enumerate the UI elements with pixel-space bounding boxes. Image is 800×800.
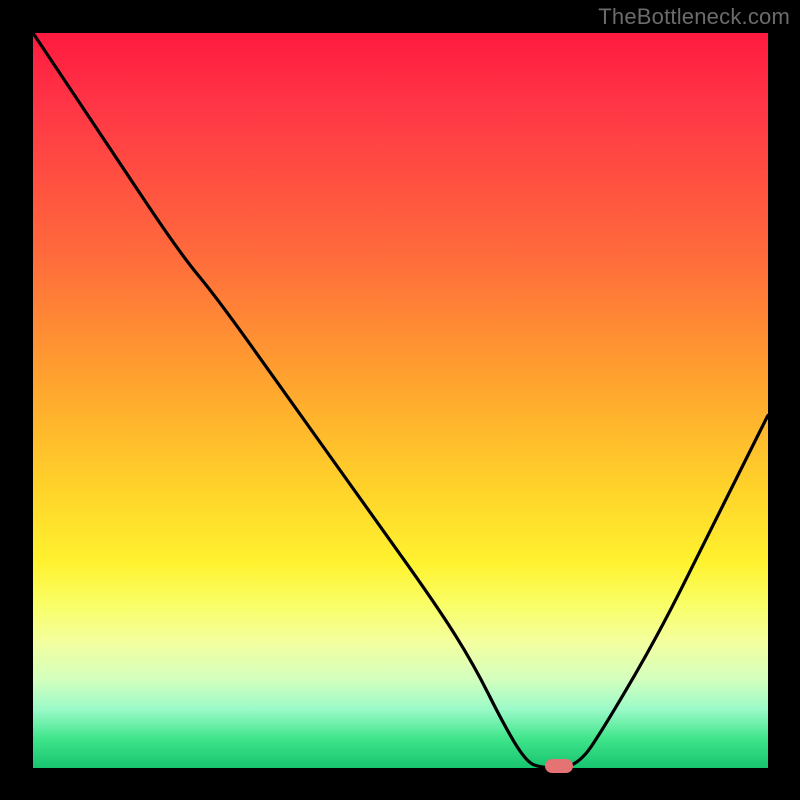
curve-svg (33, 33, 768, 768)
minimum-marker (545, 759, 573, 773)
chart-stage: TheBottleneck.com (0, 0, 800, 800)
watermark-text: TheBottleneck.com (598, 4, 790, 30)
plot-area (33, 33, 768, 768)
bottleneck-curve-path (33, 33, 768, 768)
